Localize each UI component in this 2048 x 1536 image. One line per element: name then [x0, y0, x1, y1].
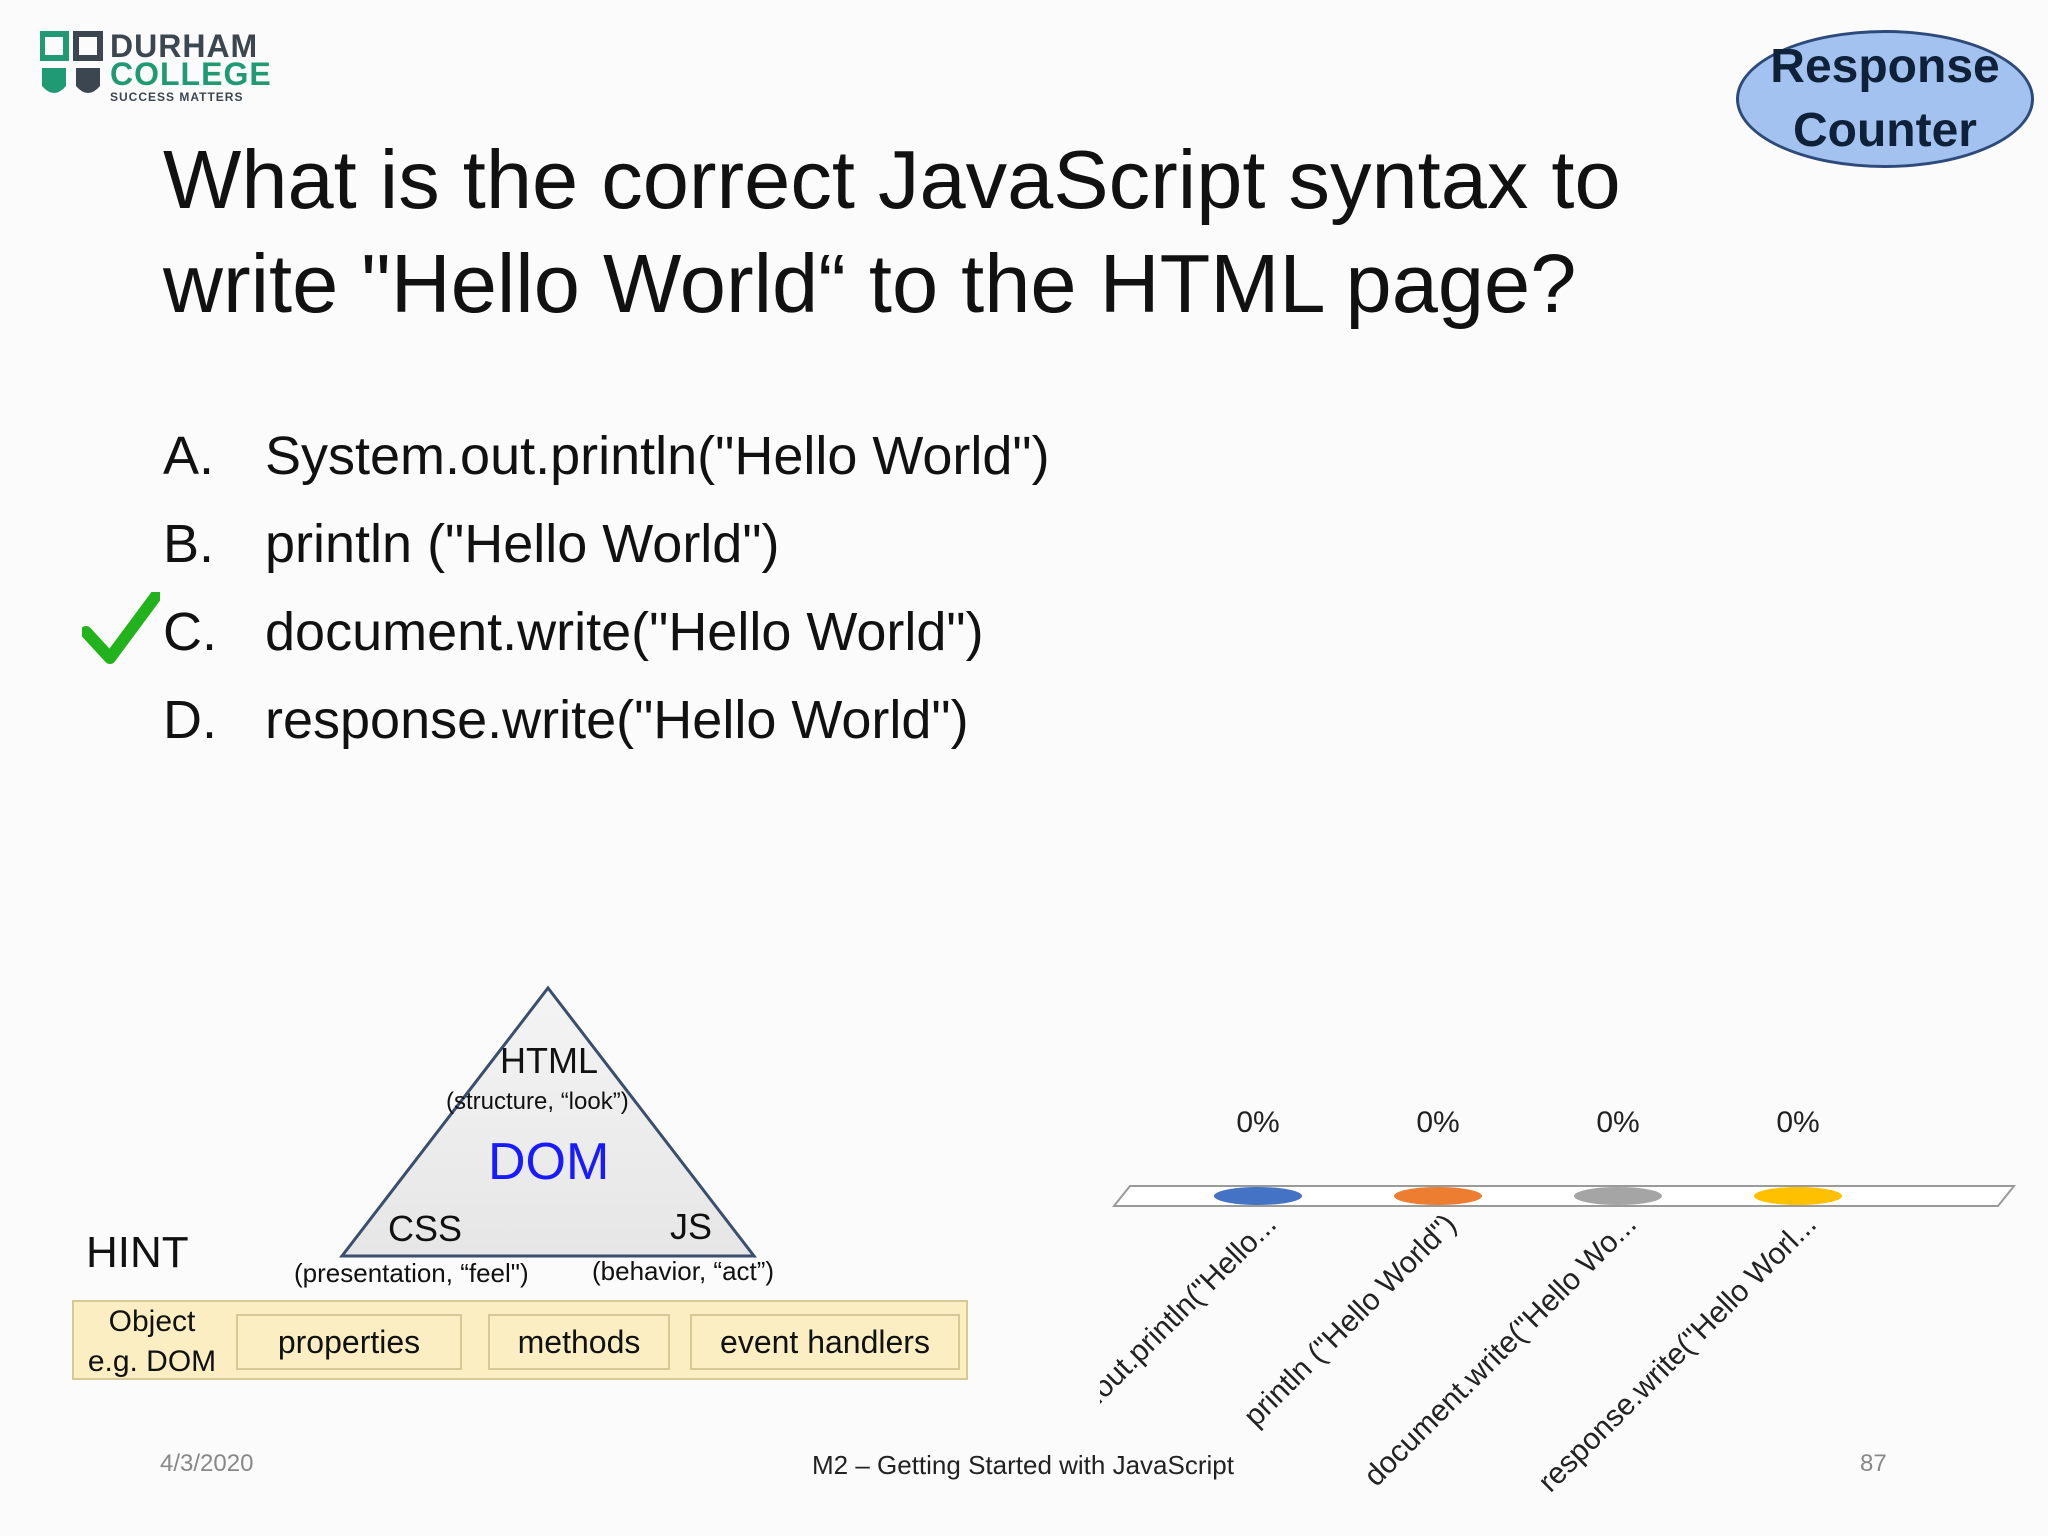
chart-bar	[1394, 1187, 1482, 1205]
dom-triangle-diagram: HTML (structure, “look”) DOM CSS JS	[330, 980, 790, 1260]
option-letter: B.	[163, 514, 215, 574]
correct-answer-check-icon	[82, 592, 160, 664]
hint-object-line2: e.g. DOM	[87, 1345, 217, 1378]
hint-methods-box: methods	[488, 1314, 670, 1370]
hint-label: HINT	[86, 1228, 189, 1277]
triangle-dom-label: DOM	[488, 1133, 610, 1191]
durham-college-logo: DURHAM COLLEGE SUCCESS MATTERS	[40, 28, 271, 108]
chart-category-label: System.out.println("Hello...	[1100, 1208, 1283, 1482]
chart-bar	[1574, 1187, 1662, 1205]
slide-title: What is the correct JavaScript syntax to…	[163, 133, 1621, 330]
triangle-js-label: JS	[670, 1206, 713, 1247]
hint-object-line1: Object	[108, 1305, 196, 1338]
chart-data-label: 0%	[1596, 1106, 1639, 1139]
response-counter-button[interactable]: Response Counter	[1736, 30, 2034, 168]
response-counter-label-1: Response	[1770, 40, 2000, 93]
option-letter: D.	[163, 690, 217, 750]
option-letter: A.	[163, 426, 215, 486]
response-chart: 0%System.out.println("Hello...0%println …	[1100, 1106, 2017, 1499]
option-text: response.write("Hello World")	[265, 690, 969, 750]
option-text: println ("Hello World")	[265, 514, 780, 574]
logo-text-college: COLLEGE	[110, 56, 272, 92]
hint-object-label: Object e.g. DOM	[82, 1302, 222, 1382]
footer-title: M2 – Getting Started with JavaScript	[812, 1450, 1234, 1480]
chart-bar	[1754, 1187, 1842, 1205]
logo-mark-icon	[40, 31, 103, 93]
triangle-html-label: HTML	[500, 1040, 598, 1081]
triangle-css-label: CSS	[388, 1208, 463, 1249]
chart-data-label: 0%	[1416, 1106, 1459, 1139]
triangle-js-sub: (behavior, “act”)	[592, 1256, 775, 1286]
footer-date: 4/3/2020	[160, 1450, 254, 1477]
hint-properties-box: properties	[236, 1314, 462, 1370]
chart-data-label: 0%	[1236, 1106, 1279, 1139]
triangle-css-sub: (presentation, “feel")	[294, 1258, 529, 1288]
option-text: document.write("Hello World")	[265, 602, 984, 662]
response-counter-label-2: Counter	[1793, 104, 1977, 157]
triangle-html-sub: (structure, “look”)	[446, 1088, 629, 1115]
option-text: System.out.println("Hello World")	[265, 426, 1050, 486]
chart-bar	[1214, 1187, 1302, 1205]
logo-tagline: SUCCESS MATTERS	[110, 90, 244, 104]
hint-event-handlers-box: event handlers	[690, 1314, 960, 1370]
option-letter: C.	[163, 602, 217, 662]
hint-object-bar: Object e.g. DOM properties methods event…	[72, 1300, 968, 1380]
chart-data-label: 0%	[1776, 1106, 1819, 1139]
footer-page-number: 87	[1860, 1450, 1887, 1477]
